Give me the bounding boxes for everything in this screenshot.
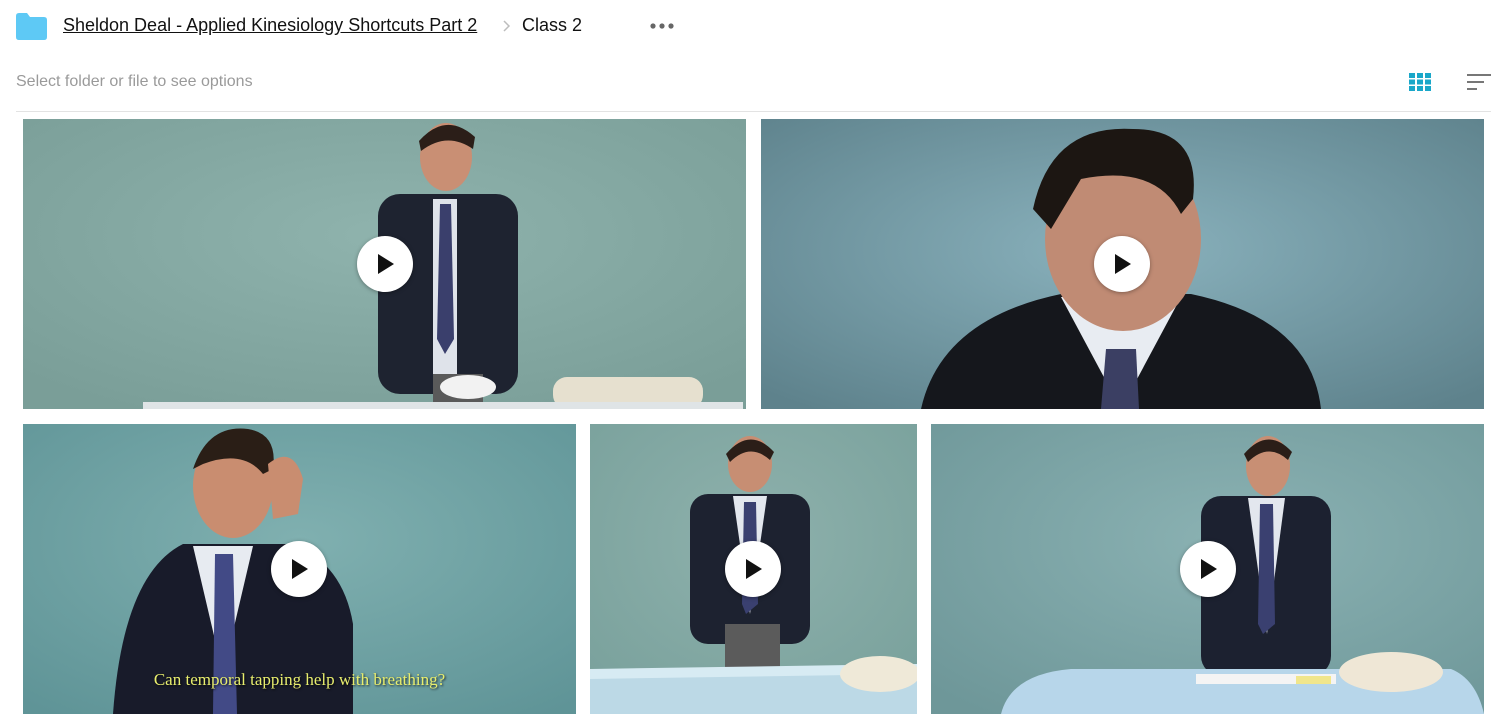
play-icon <box>292 559 308 579</box>
play-button[interactable] <box>271 541 327 597</box>
play-button[interactable] <box>1180 541 1236 597</box>
divider <box>16 111 1491 112</box>
play-icon <box>746 559 762 579</box>
play-icon <box>1115 254 1131 274</box>
selection-hint: Select folder or file to see options <box>16 73 253 90</box>
video-thumbnail-4[interactable] <box>590 424 917 714</box>
play-button[interactable] <box>725 541 781 597</box>
breadcrumb-root-link[interactable]: Sheldon Deal - Applied Kinesiology Short… <box>63 15 477 36</box>
grid-view-button[interactable] <box>1404 68 1436 96</box>
grid-view-icon <box>1409 73 1431 91</box>
play-button[interactable] <box>1094 236 1150 292</box>
sort-icon <box>1467 74 1491 90</box>
video-thumbnail-2[interactable] <box>761 119 1484 409</box>
video-thumbnail-1[interactable] <box>23 119 746 409</box>
sort-button[interactable] <box>1462 68 1495 96</box>
video-thumbnail-5[interactable] <box>931 424 1484 714</box>
breadcrumb-current: Class 2 <box>522 15 583 35</box>
breadcrumb-bar: Sheldon Deal - Applied Kinesiology Short… <box>0 0 1495 54</box>
play-button[interactable] <box>357 236 413 292</box>
play-icon <box>378 254 394 274</box>
more-options-button[interactable] <box>644 14 680 38</box>
options-bar: Select folder or file to see options <box>0 56 1495 111</box>
more-horizontal-icon <box>650 23 674 29</box>
play-icon <box>1201 559 1217 579</box>
chevron-right-icon <box>503 20 511 32</box>
folder-icon <box>16 13 47 40</box>
video-thumbnail-3[interactable]: Can temporal tapping help with breathing… <box>23 424 576 714</box>
video-caption: Can temporal tapping help with breathing… <box>153 670 446 689</box>
